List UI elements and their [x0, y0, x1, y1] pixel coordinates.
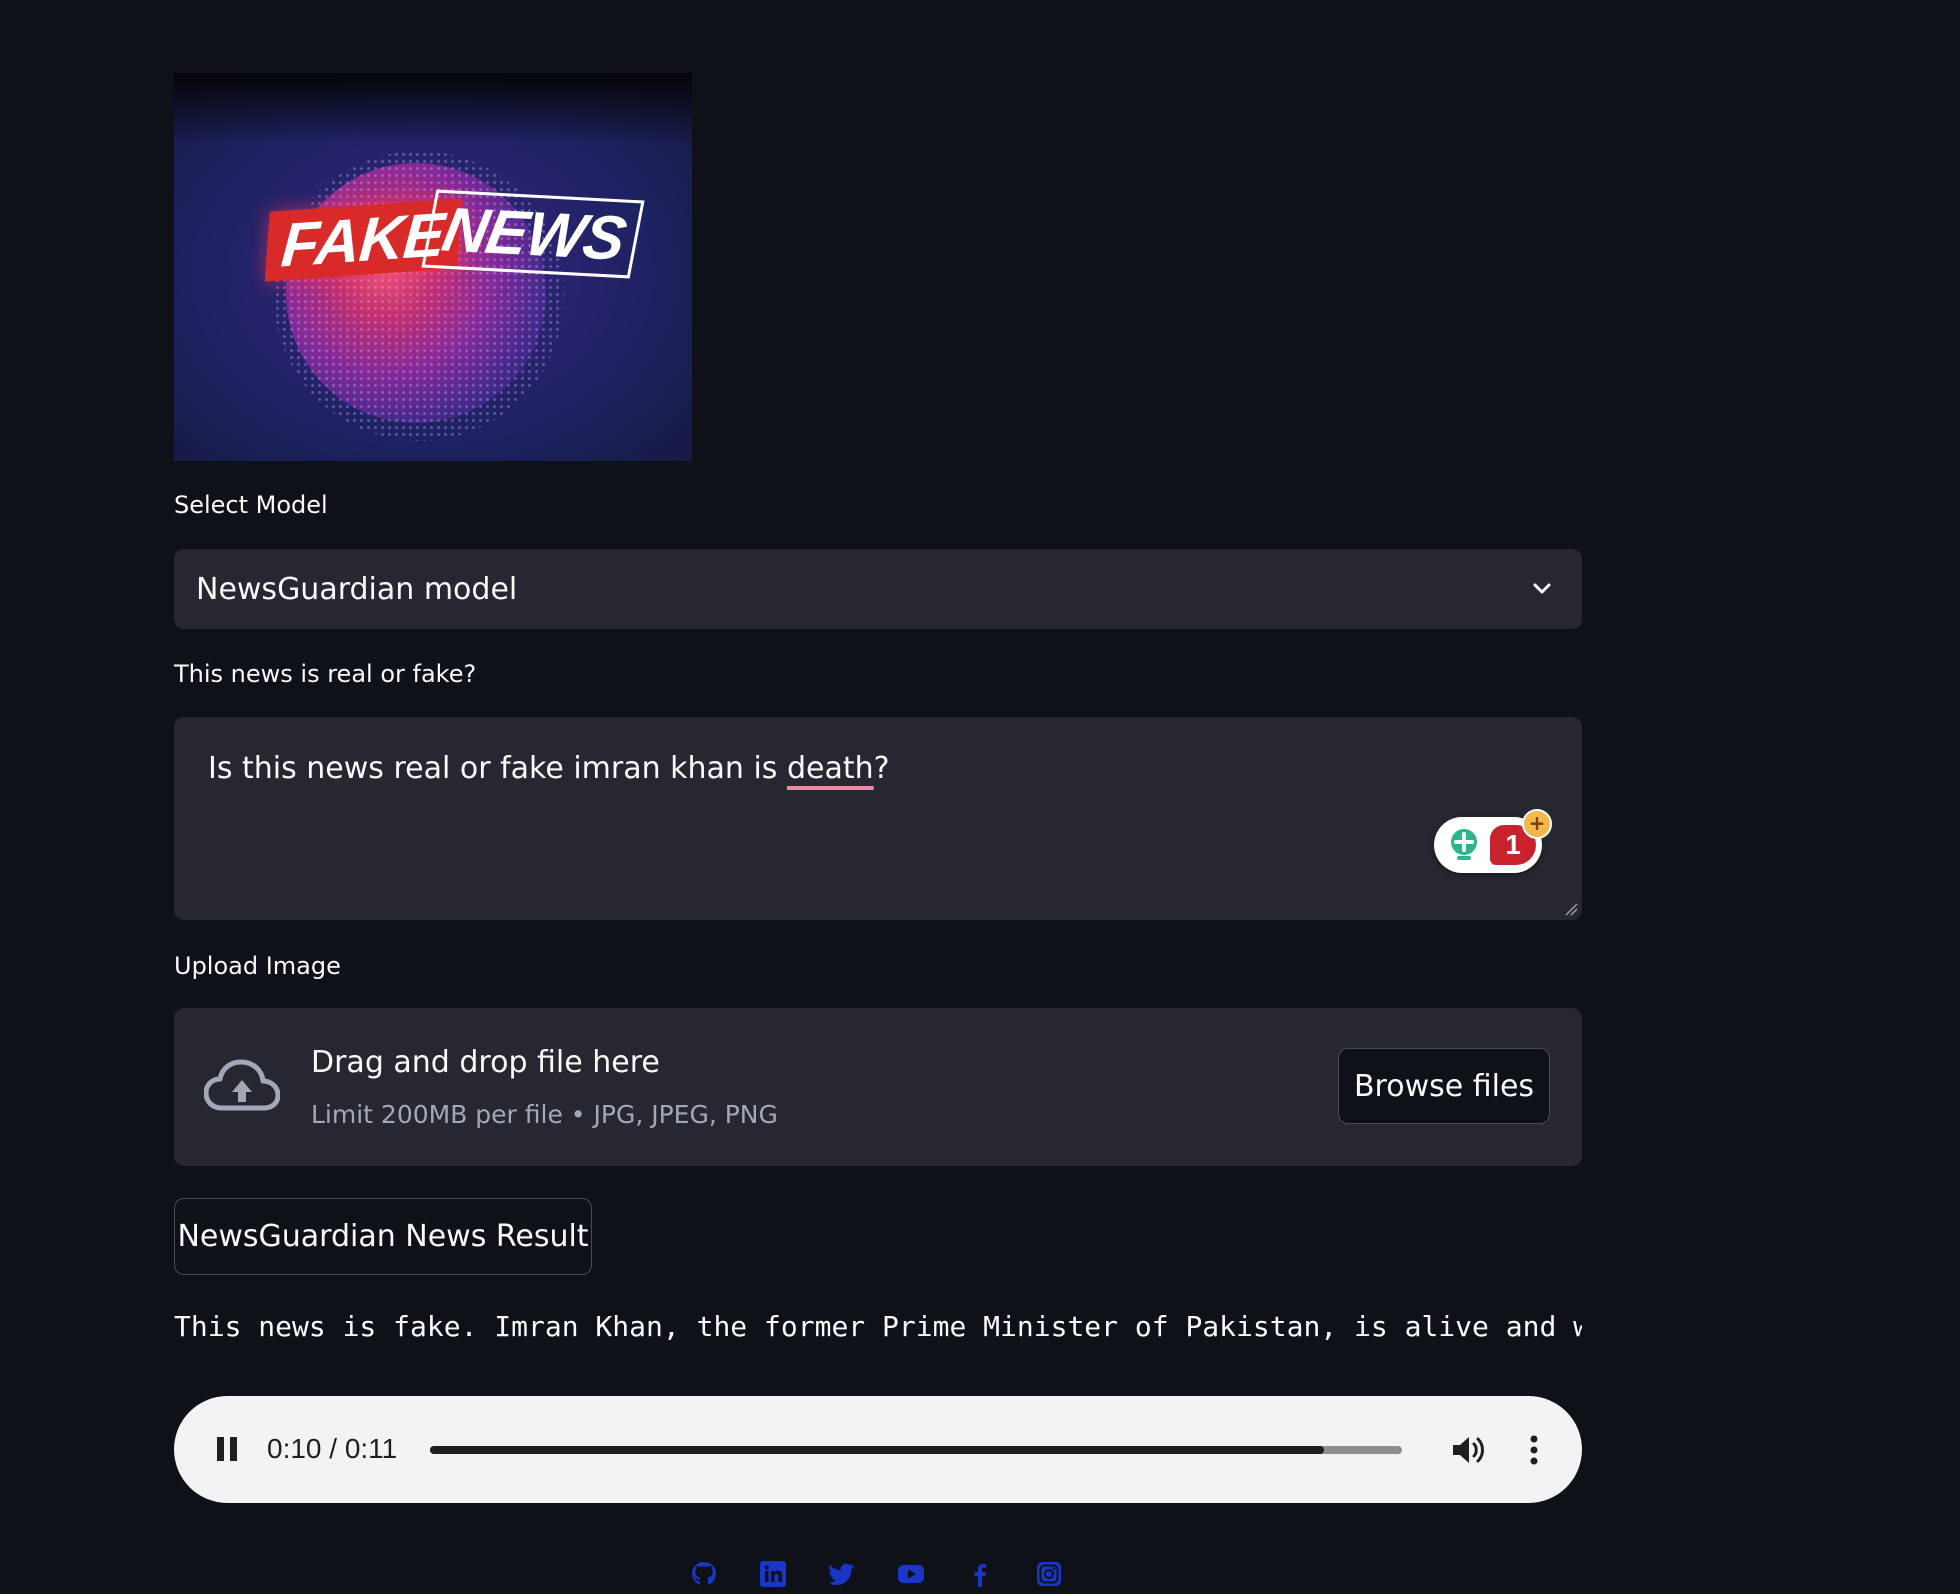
- dropzone-limit-text: Limit 200MB per file • JPG, JPEG, PNG: [311, 1100, 778, 1129]
- news-text-end: ?: [873, 751, 890, 786]
- dropzone-title: Drag and drop file here: [311, 1045, 660, 1080]
- cloud-upload-icon: [204, 1059, 280, 1111]
- audio-progress-fill: [430, 1446, 1325, 1454]
- news-input-label: This news is real or fake?: [174, 660, 477, 688]
- lightbulb-icon: [1451, 829, 1477, 860]
- plus-icon: +: [1522, 809, 1552, 839]
- result-output-text: This news is fake. Imran Khan, the forme…: [174, 1310, 1582, 1343]
- news-result-button[interactable]: NewsGuardian News Result: [174, 1198, 592, 1275]
- browse-files-button[interactable]: Browse files: [1338, 1048, 1550, 1124]
- more-options-icon[interactable]: [1514, 1430, 1554, 1470]
- audio-progress-bar[interactable]: [430, 1446, 1402, 1454]
- github-icon[interactable]: [690, 1560, 718, 1588]
- news-text-part: Is this news real or fake imran khan is: [208, 751, 787, 786]
- volume-icon[interactable]: [1448, 1430, 1488, 1470]
- chevron-down-icon: [1524, 571, 1560, 607]
- pause-icon[interactable]: [212, 1434, 242, 1464]
- upload-image-label: Upload Image: [174, 952, 341, 980]
- audio-time: 0:10 / 0:11: [267, 1433, 398, 1464]
- spelling-flagged-word[interactable]: death: [787, 751, 874, 786]
- linkedin-icon[interactable]: [759, 1560, 787, 1588]
- model-select[interactable]: NewsGuardian model: [174, 549, 1582, 629]
- model-select-value: NewsGuardian model: [196, 571, 518, 607]
- fake-news-banner-image: FAKE NEWS: [174, 73, 692, 461]
- news-textarea[interactable]: Is this news real or fake imran khan is …: [174, 717, 1582, 920]
- grammar-checker-widget[interactable]: 1 +: [1434, 809, 1552, 873]
- select-model-label: Select Model: [174, 491, 328, 519]
- instagram-icon[interactable]: [1035, 1560, 1063, 1588]
- social-links: [690, 1560, 1063, 1594]
- youtube-icon[interactable]: [897, 1560, 925, 1588]
- resize-handle-icon[interactable]: [1564, 902, 1578, 916]
- twitter-icon[interactable]: [828, 1560, 856, 1588]
- facebook-icon[interactable]: [966, 1560, 994, 1588]
- audio-player: 0:10 / 0:11: [174, 1396, 1582, 1503]
- file-dropzone[interactable]: Drag and drop file here Limit 200MB per …: [174, 1008, 1582, 1166]
- logo-word-news: NEWS: [421, 189, 645, 279]
